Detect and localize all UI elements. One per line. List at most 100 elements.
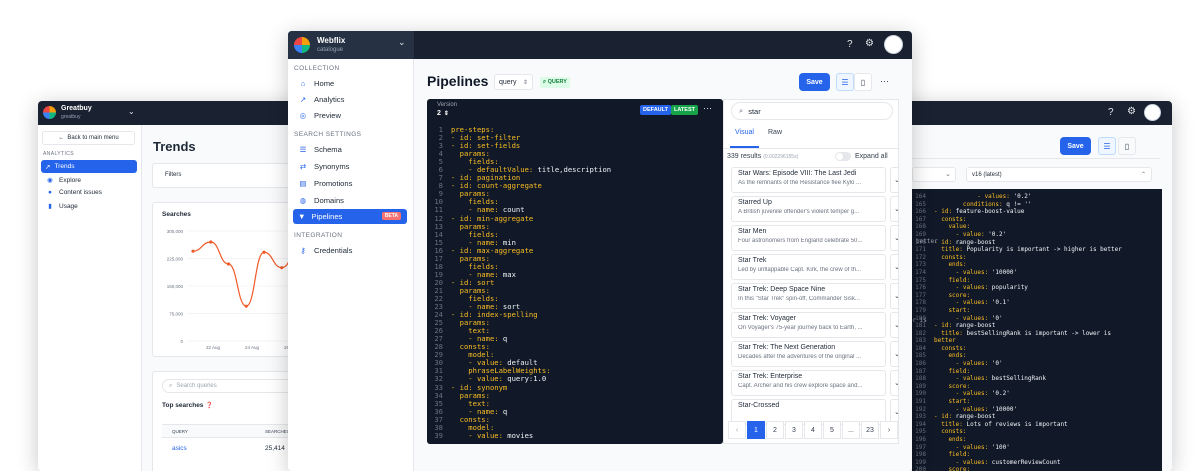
sidebar-item-usage[interactable]: ▮ Usage [45,202,78,211]
code-line: 190 - values: '0.2' [912,390,1122,398]
result-item[interactable]: Starred Up A British juvenile offender's … [731,196,886,222]
result-item[interactable]: Star Trek: The Next Generation Decades af… [731,341,886,367]
data-point[interactable] [226,262,231,266]
result-item[interactable]: Star Trek: Deep Space Nine In this "Star … [731,283,886,309]
data-point[interactable] [244,304,248,308]
sidebar-item-analytics[interactable]: ↗ Analytics [298,95,345,104]
more-menu-button[interactable]: ⋯ [880,76,889,87]
prev-page-button[interactable]: ‹ [728,421,746,439]
result-item[interactable]: Star Trek Led by unflappable Capt. Kirk, … [731,254,886,280]
webflix-topbar: Webflix catalogue ⌄ ? ⚙ [288,31,912,59]
greatbuy-brand: Greatbuy [61,105,92,112]
webflix-brand-area[interactable]: Webflix catalogue ⌄ [288,31,414,59]
code-key: consts: [934,253,967,261]
code-value: '0.2' [988,390,1010,398]
right-code-editor[interactable]: 164 - values: '0.2' 165 conditions: q != … [912,189,1162,471]
code-line: 184 consts: [912,345,1122,353]
sidebar-item-content-issues[interactable]: ● Content issues [45,189,102,196]
line-number: 164 [915,193,926,200]
result-title: Star Trek: Deep Space Nine [738,286,826,293]
page-button[interactable]: ... [842,421,860,439]
sidebar-item-trends[interactable]: ↗ Trends [41,160,137,173]
save-button-right[interactable]: Save [1060,137,1091,155]
result-item[interactable]: Star Wars: Episode VIII: The Last Jedi As… [731,167,886,193]
panel-icon: ▯ [1124,141,1130,151]
list-view-toggle[interactable]: ☰ [836,73,854,91]
sidebar-item-promotions[interactable]: ▤ Promotions [298,179,352,188]
page-title: Trends [153,139,196,154]
help-circle-icon[interactable]: ? [847,39,853,50]
result-item[interactable]: Star Men Four astronomers from England ce… [731,225,886,251]
page-button[interactable]: 2 [766,421,784,439]
left-select-fragment[interactable]: ⌄ [912,167,956,182]
tab-visual[interactable]: Visual [735,129,754,136]
pipeline-code-editor[interactable]: Version 2 ⇕ DEFAULT LATEST ⋯ 1 pre-steps: 2… [427,99,723,444]
data-point[interactable] [280,266,284,270]
right-header-divider [898,158,1160,159]
code-key: - values: [934,390,989,398]
sidebar-item-pipelines[interactable]: ▼ Pipelines BETA [293,209,407,224]
chevron-down-icon[interactable]: ⌄ [890,225,898,251]
expand-all-toggle[interactable] [835,152,851,161]
code-key: title: [934,420,963,428]
sidebar-item-explore[interactable]: ◉ Explore [45,176,81,185]
gear-icon[interactable]: ⚙ [865,38,874,49]
code-line: 200 score: [912,466,1122,471]
code-value: Lots of reviews is important [962,420,1068,428]
page-button[interactable]: 1 [747,421,765,439]
avatar[interactable] [884,35,903,54]
code-value: q [498,406,508,416]
chevron-down-icon[interactable]: ⌄ [890,341,898,367]
result-item[interactable]: Star Trek: Voyager On Voyager's 75-year j… [731,312,886,338]
page-button[interactable]: 23 [861,421,879,439]
avatar[interactable] [1144,104,1161,121]
data-point[interactable] [191,249,195,253]
version-select[interactable]: v16 (latest) ⌃ [966,167,1152,182]
chevron-down-icon[interactable]: ⌄ [890,254,898,280]
sidebar-item-preview[interactable]: ◎ Preview [298,111,341,120]
line-number: 197 [915,443,926,451]
page-button[interactable]: 5 [823,421,841,439]
chevron-down-icon[interactable]: ⌄ [890,283,898,309]
code-lines: 1 pre-steps: 2- id: set-filter 3- id: set-f… [427,125,611,440]
pipeline-select[interactable]: query ⇕ [494,74,533,90]
code-value: range-boost [952,322,996,330]
help-circle-icon[interactable]: ? [1108,107,1114,118]
code-value: query:1.0 [502,374,547,384]
code-key: value: [934,223,971,231]
preview-search-input[interactable]: ⌕ star [731,102,893,120]
panel-view-toggle[interactable]: ▯ [854,73,872,91]
code-key: - values: [934,405,989,413]
list-view-toggle[interactable]: ☰ [1098,137,1116,155]
gear-icon[interactable]: ⚙ [1127,106,1136,117]
data-point[interactable] [209,240,213,244]
chevron-down-icon[interactable]: ⌄ [890,167,898,193]
chevron-down-icon[interactable]: ⌄ [890,370,898,396]
panel-view-toggle[interactable]: ▯ [1118,137,1136,155]
sidebar-item-domains[interactable]: ◍ Domains [298,196,344,205]
tab-raw[interactable]: Raw [768,129,782,136]
code-line: 180 - values: '0' [912,315,1122,323]
page-button[interactable]: 4 [804,421,822,439]
back-to-menu-button[interactable]: ← Back to main menu [42,131,135,145]
sidebar-item-home[interactable]: ⌂ Home [298,79,335,88]
code-key: - values: [934,458,989,466]
help-icon[interactable]: ❓ [205,402,212,409]
result-item[interactable]: Star Trek: Enterprise Capt. Archer and hi… [731,370,886,396]
editor-more-icon[interactable]: ⋯ [703,103,712,114]
version-select[interactable]: 2 ⇕ [437,110,449,117]
line-number: 185 [915,352,926,360]
sidebar-item-synonyms[interactable]: ⇄ Synonyms [298,162,350,171]
chevron-down-icon[interactable]: ⌄ [890,196,898,222]
sidebar-item-schema[interactable]: ☰ Schema [298,145,342,154]
chevron-down-icon[interactable]: ⌄ [128,107,135,116]
list-icon: ☰ [1103,141,1111,151]
chevron-down-icon[interactable]: ⌄ [890,312,898,338]
sidebar-item-credentials[interactable]: ⚷ Credentials [298,246,352,255]
code-line: 189 score: [912,383,1122,391]
page-button[interactable]: 3 [785,421,803,439]
data-point[interactable] [262,250,266,254]
save-button[interactable]: Save [799,73,830,91]
next-page-button[interactable]: › [880,421,898,439]
search-icon: ⌕ [739,106,744,115]
